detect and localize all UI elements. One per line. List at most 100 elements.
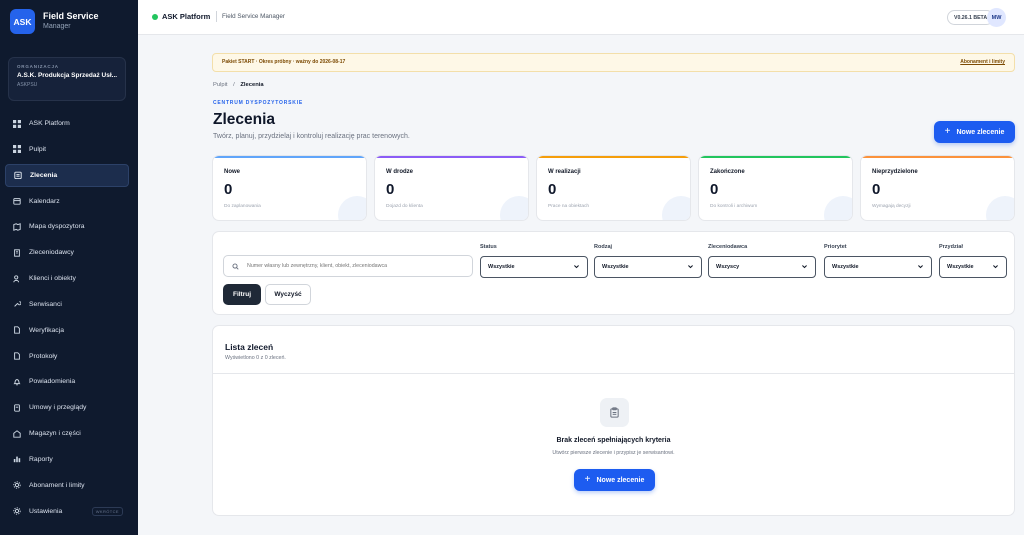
sidebar-item-label: Raporty xyxy=(29,455,53,463)
plus-icon: + xyxy=(584,474,591,485)
sidebar-item-label: Protokoły xyxy=(29,352,58,360)
bell-icon xyxy=(13,378,21,386)
sidebar-item-protokoly[interactable]: Protokoły xyxy=(5,345,129,368)
filter-label-zleceniodawca: Zleceniodawca xyxy=(708,244,748,250)
stat-card-w-realizacji[interactable]: W realizacji 0 Prace na obiektach xyxy=(536,155,691,221)
sidebar-item-label: Powiadomienia xyxy=(29,378,76,386)
status-dot xyxy=(152,14,158,20)
chevron-down-icon xyxy=(992,263,999,272)
platform-name[interactable]: ASK Platform xyxy=(162,12,210,21)
empty-new-order-button[interactable]: + Nowe zlecenie xyxy=(574,469,655,491)
chevron-down-icon xyxy=(687,263,694,272)
plan-banner-text: Pakiet START · Okres próbny · ważny do 2… xyxy=(222,59,346,65)
sidebar-item-zlecenia[interactable]: Zlecenia xyxy=(5,163,129,187)
sidebar: ASK Field Service Manager ORGANIZACJA A.… xyxy=(0,0,138,535)
org-name: A.S.K. Produkcja Sprzedaż Usł... xyxy=(17,72,117,79)
sidebar-item-serwisanci[interactable]: Serwisanci xyxy=(5,293,129,316)
decorative-circle xyxy=(824,196,852,220)
sidebar-item-abonament[interactable]: Abonament i limity xyxy=(5,474,129,497)
sidebar-item-label: Pulpit xyxy=(29,145,47,153)
building-icon xyxy=(13,249,21,257)
filter-label-przydzial: Przydział xyxy=(939,244,963,250)
decorative-circle xyxy=(986,196,1014,220)
sidebar-item-label: Ustawienia xyxy=(29,507,63,515)
stat-card-nieprzydzielone[interactable]: Nieprzydzielone 0 Wymagają decyzji xyxy=(860,155,1015,221)
type-select[interactable]: Wszystkie xyxy=(594,256,702,278)
status-select[interactable]: Wszystkie xyxy=(480,256,588,278)
filter-button[interactable]: Filtruj xyxy=(223,284,261,305)
stat-label: Nieprzydzielone xyxy=(872,169,918,175)
divider xyxy=(213,373,1014,374)
sidebar-item-label: Klienci i obiekty xyxy=(29,275,76,283)
page-title: Zlecenia xyxy=(213,111,276,128)
empty-state-title: Brak zleceń spełniających kryteria xyxy=(556,437,671,444)
breadcrumb-separator: / xyxy=(233,82,235,88)
subscription-link[interactable]: Abonament i limity xyxy=(960,59,1005,65)
sidebar-item-label: Umowy i przeglądy xyxy=(29,404,87,412)
search-field[interactable] xyxy=(223,255,473,277)
divider xyxy=(216,11,217,22)
stat-card-zakonczone[interactable]: Zakończone 0 Do kontroli i archiwum xyxy=(698,155,853,221)
sidebar-item-umowy[interactable]: Umowy i przeglądy xyxy=(5,396,129,419)
stat-accent xyxy=(861,156,1014,158)
app-name: Field Service Manager xyxy=(222,13,285,20)
select-value: Wszystkie xyxy=(602,264,629,270)
users-icon xyxy=(13,274,21,283)
sidebar-item-mapa[interactable]: Mapa dyspozytora xyxy=(5,215,129,238)
sidebar-item-powiadomienia[interactable]: Powiadomienia xyxy=(5,370,129,393)
filter-label-priorytet: Priorytet xyxy=(824,244,847,250)
document-icon xyxy=(13,326,21,334)
sidebar-item-kalendarz[interactable]: Kalendarz xyxy=(5,190,129,213)
empty-state-subtitle: Utwórz pierwsze zlecenie i przypisz je s… xyxy=(552,450,675,456)
warehouse-icon xyxy=(13,429,21,438)
stat-card-nowe[interactable]: Nowe 0 Do zaplanowania xyxy=(212,155,367,221)
search-input[interactable] xyxy=(247,263,467,269)
brand[interactable]: ASK Field Service Manager xyxy=(10,9,99,34)
stat-label: W drodze xyxy=(386,169,413,175)
stat-accent xyxy=(537,156,690,158)
stat-value: 0 xyxy=(548,181,557,198)
sidebar-item-pulpit[interactable]: Pulpit xyxy=(5,138,129,161)
decorative-circle xyxy=(662,196,690,220)
stat-value: 0 xyxy=(872,181,881,198)
sidebar-item-ustawienia[interactable]: Ustawienia WKRÓTCE xyxy=(5,500,129,523)
map-icon xyxy=(13,223,21,231)
sidebar-item-klienci[interactable]: Klienci i obiekty xyxy=(5,267,129,290)
org-code: ASKPSU xyxy=(17,82,38,88)
plan-banner: Pakiet START · Okres próbny · ważny do 2… xyxy=(212,53,1015,72)
stat-subtext: Wymagają decyzji xyxy=(872,204,911,209)
clipboard-icon xyxy=(600,398,629,427)
orders-list-panel: Lista zleceń Wyświetlono 0 z 0 zleceń. B… xyxy=(212,325,1015,516)
breadcrumb-root[interactable]: Pulpit xyxy=(213,82,228,88)
sidebar-item-magazyn[interactable]: Magazyn i części xyxy=(5,422,129,445)
grid-icon xyxy=(13,119,21,128)
priority-select[interactable]: Wszystkie xyxy=(824,256,932,278)
sidebar-item-zleceniodawcy[interactable]: Zleceniodawcy xyxy=(5,241,129,264)
stat-label: Nowe xyxy=(224,169,241,175)
select-value: Wszystkie xyxy=(488,264,515,270)
assignment-select[interactable]: Wszystkie xyxy=(939,256,1007,278)
stat-card-w-drodze[interactable]: W drodze 0 Dojazd do klienta xyxy=(374,155,529,221)
sidebar-item-weryfikacja[interactable]: Weryfikacja xyxy=(5,319,129,342)
select-value: Wszyscy xyxy=(716,264,740,270)
user-avatar[interactable]: MW xyxy=(987,8,1006,27)
client-select[interactable]: Wszyscy xyxy=(708,256,816,278)
stat-value: 0 xyxy=(386,181,395,198)
sidebar-item-label: Zlecenia xyxy=(30,171,58,179)
gear-icon xyxy=(13,507,21,515)
organization-switcher[interactable]: ORGANIZACJA A.S.K. Produkcja Sprzedaż Us… xyxy=(8,57,126,101)
sidebar-item-raporty[interactable]: Raporty xyxy=(5,448,129,471)
topbar: ASK Platform Field Service Manager V0.26… xyxy=(138,0,1024,35)
filter-label-rodzaj: Rodzaj xyxy=(594,244,613,250)
chevron-down-icon xyxy=(801,263,808,272)
sidebar-item-label: Weryfikacja xyxy=(29,326,64,334)
clear-button[interactable]: Wyczyść xyxy=(265,284,311,305)
sidebar-item-ask-platform[interactable]: ASK Platform xyxy=(5,112,129,135)
new-order-button[interactable]: + Nowe zlecenie xyxy=(934,121,1015,143)
list-count: Wyświetlono 0 z 0 zleceń. xyxy=(225,355,286,361)
decorative-circle xyxy=(338,196,366,220)
calendar-icon xyxy=(13,197,21,205)
stat-accent xyxy=(213,156,366,158)
sidebar-item-label: Abonament i limity xyxy=(29,481,85,489)
grid-icon xyxy=(13,145,21,154)
